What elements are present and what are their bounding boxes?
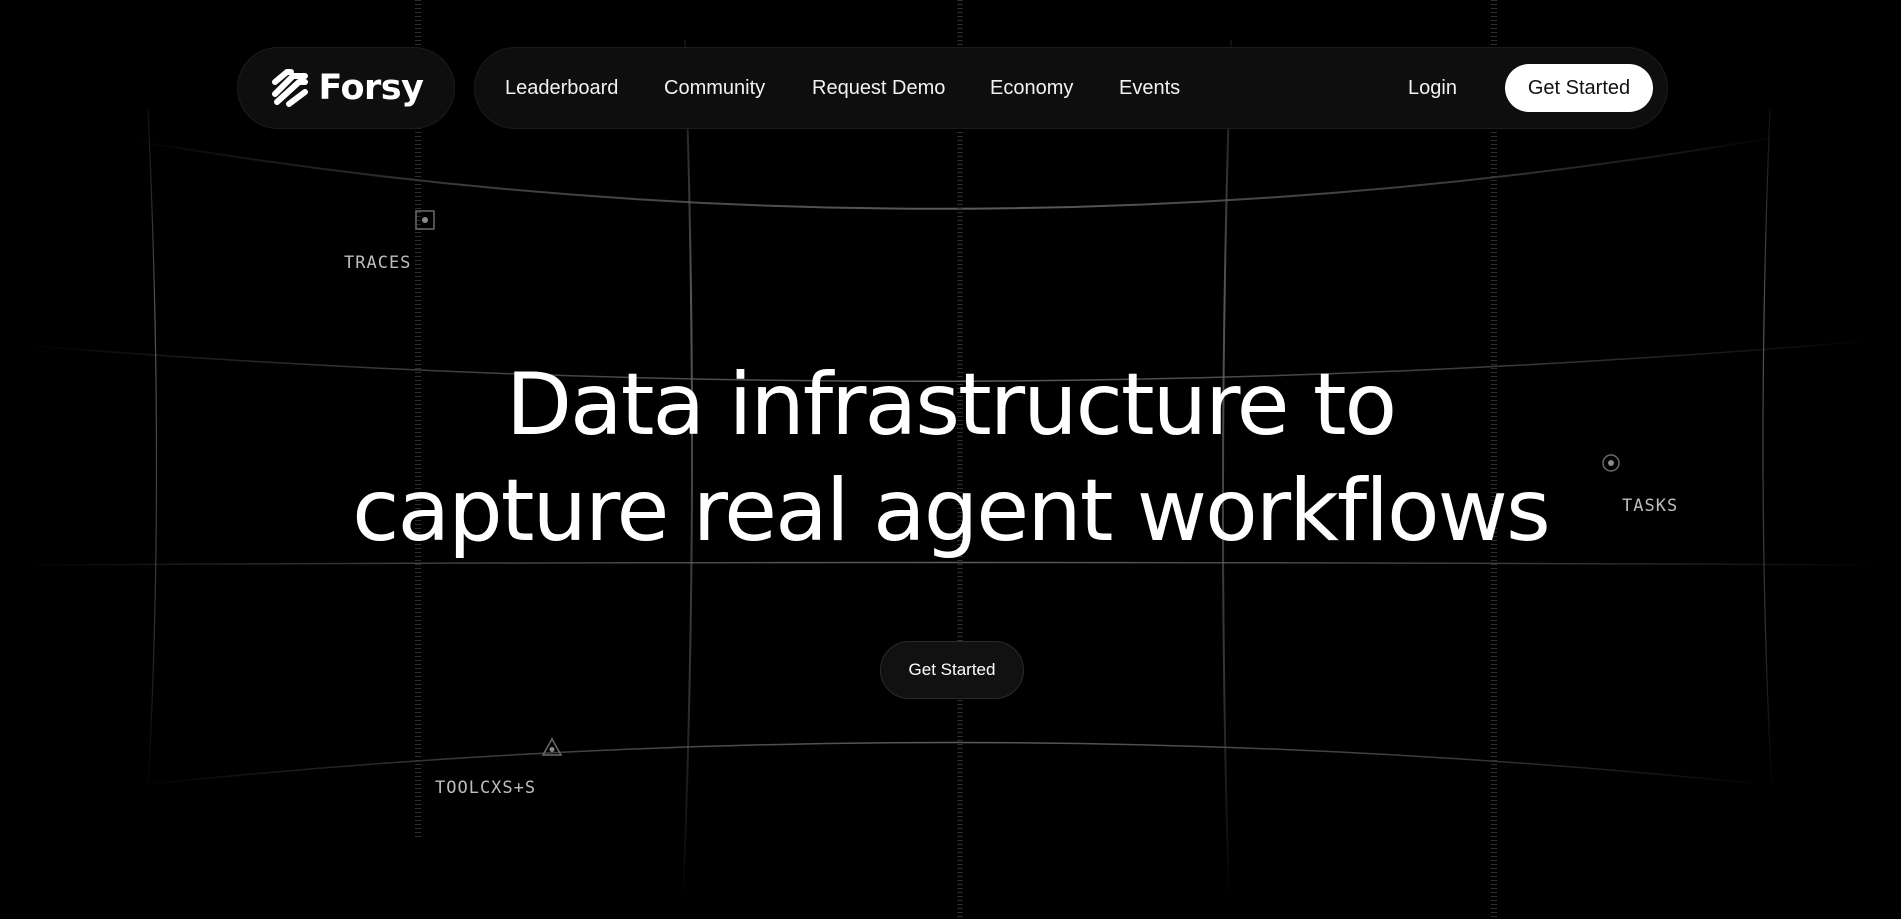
brand-name: Forsy — [318, 68, 424, 108]
nav-item-leaderboard[interactable]: Leaderboard — [505, 48, 618, 128]
get-started-nav-button[interactable]: Get Started — [1505, 64, 1653, 112]
landing-page: Forsy Leaderboard Community Request Demo… — [0, 0, 1901, 919]
logo-link[interactable]: Forsy — [237, 47, 455, 129]
get-started-hero-button[interactable]: Get Started — [880, 641, 1024, 699]
nav-item-events[interactable]: Events — [1119, 48, 1180, 128]
login-link[interactable]: Login — [1408, 48, 1457, 128]
hero-heading-line-1: Data infrastructure to — [505, 355, 1397, 455]
grid-line — [139, 741, 1771, 786]
hero-heading-line-2: capture real agent workflows — [352, 461, 1551, 561]
nav-item-request-demo[interactable]: Request Demo — [812, 48, 945, 128]
main-nav: Leaderboard Community Request Demo Econo… — [474, 47, 1668, 129]
forsy-logo-icon — [271, 69, 308, 107]
nav-item-economy[interactable]: Economy — [990, 48, 1073, 128]
hero-heading: Data infrastructure to capture real agen… — [0, 352, 1901, 564]
square-target-icon — [415, 210, 435, 230]
tag-tools: TOOLCXS+S — [435, 778, 537, 798]
tag-traces: TRACES — [344, 253, 412, 273]
nav-item-community[interactable]: Community — [664, 48, 765, 128]
triangle-target-icon — [541, 737, 563, 756]
grid-line — [129, 134, 1791, 210]
